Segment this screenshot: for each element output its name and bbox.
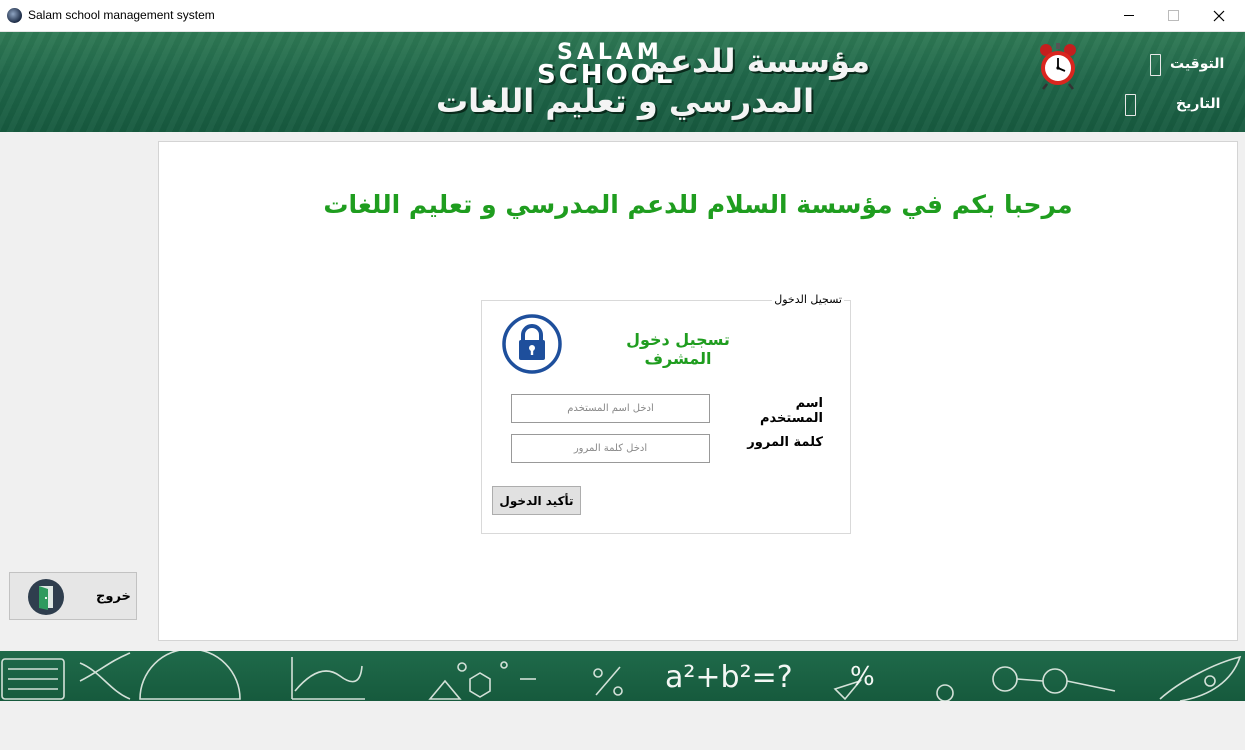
window-title: Salam school management system [28,8,215,22]
footer-banner: a²+b²=? % [0,651,1245,701]
bottom-strip [0,701,1245,750]
exit-label: خروج [96,589,131,604]
admin-login-heading: تسجيل دخول المشرف [626,330,730,368]
welcome-heading: مرحبا بكم في مؤسسة السلام للدعم المدرسي … [323,190,1073,219]
exit-button[interactable]: خروج [9,572,137,620]
lock-icon [502,314,562,374]
date-label: التاريخ [1176,96,1221,112]
username-label: اسم المستخدم [760,396,823,426]
footer-formula: a²+b²=? [665,660,793,695]
maximize-button[interactable] [1150,0,1196,31]
alarm-clock-icon [1040,43,1076,90]
close-icon [1213,10,1225,22]
close-button[interactable] [1196,0,1242,31]
header-banner: SALAM SCHOOL مؤسسة للدعم المدرسي و تعليم… [0,32,1245,132]
date-value [1125,94,1136,116]
login-group-box: تسجيل الدخول تسجيل دخول المشرف اسم المست… [481,293,851,534]
school-doodles-decoration: a²+b²=? % [1,651,1242,701]
password-label: كلمة المرور [747,435,823,450]
banner-title-line1: مؤسسة للدعم [645,42,870,80]
app-icon [7,8,22,23]
main-panel: مرحبا بكم في مؤسسة السلام للدعم المدرسي … [158,141,1238,641]
time-value [1150,54,1161,76]
username-input[interactable] [511,394,710,423]
banner-title-line2: المدرسي و تعليم اللغات [435,82,815,120]
svg-text:%: % [850,662,875,692]
login-group-title: تسجيل الدخول [772,293,844,306]
confirm-login-button[interactable]: تأكيد الدخول [492,486,581,515]
window-title-bar: Salam school management system [0,0,1245,32]
exit-door-icon [28,579,64,615]
password-input[interactable] [511,434,710,463]
time-label: التوقيت [1170,56,1225,72]
minimize-button[interactable] [1106,0,1152,31]
